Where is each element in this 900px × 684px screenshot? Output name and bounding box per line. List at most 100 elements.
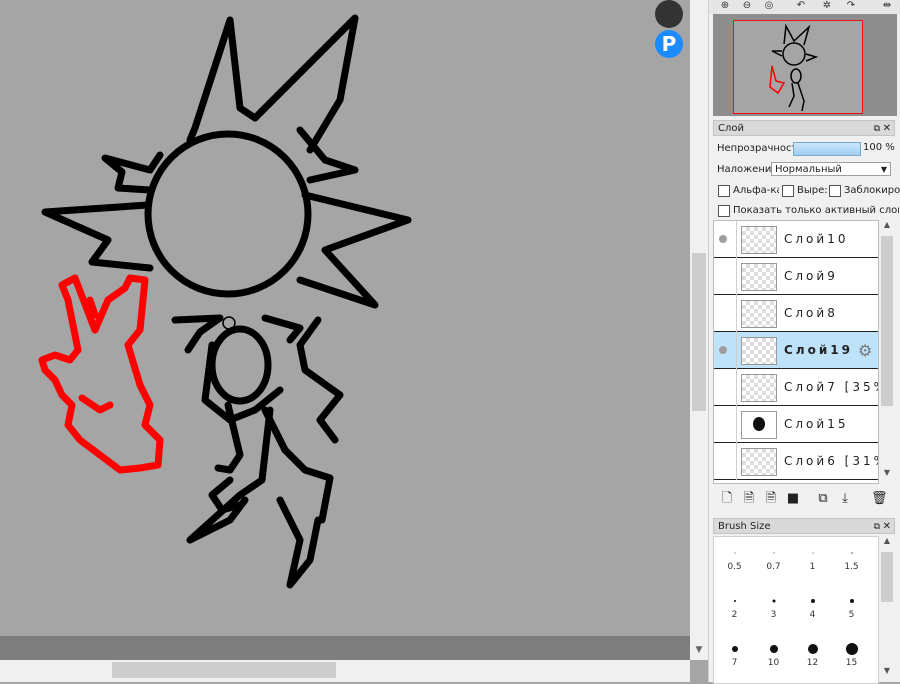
brush-size-cell[interactable]: 3 bbox=[755, 587, 792, 623]
horizontal-scrollbar[interactable] bbox=[0, 660, 690, 682]
pin-icon[interactable]: ⧉ bbox=[874, 121, 880, 137]
brush-scroll-thumb[interactable] bbox=[881, 552, 893, 602]
layer-row[interactable]: Слой10 bbox=[714, 221, 878, 258]
brush-size-cell[interactable]: 7 bbox=[716, 635, 753, 671]
vertical-scroll-thumb[interactable] bbox=[692, 253, 706, 411]
thumbnail-silhouette bbox=[753, 417, 765, 431]
zoom-fit-icon[interactable]: ◎ bbox=[761, 0, 777, 12]
brush-size-cell[interactable]: 1 bbox=[794, 539, 831, 575]
row-divider bbox=[736, 406, 737, 443]
layer-row[interactable]: Слой6 [31%] bbox=[714, 443, 878, 480]
opacity-slider[interactable] bbox=[793, 142, 861, 156]
new-folder-icon[interactable]: ■ bbox=[785, 491, 801, 507]
brush-dot bbox=[810, 599, 815, 603]
visibility-eye-icon[interactable] bbox=[719, 235, 727, 243]
brush-size-cell[interactable]: 2 bbox=[716, 587, 753, 623]
brush-size-label: 3 bbox=[770, 610, 777, 620]
layer-row-selected[interactable]: Слой19 ⚙ bbox=[714, 332, 878, 369]
brush-dot bbox=[850, 552, 853, 554]
chevron-up-icon[interactable]: ▲ bbox=[879, 536, 895, 550]
new-halftone-layer-icon[interactable]: 🗎 bbox=[741, 491, 757, 507]
navigator-artwork bbox=[769, 23, 819, 112]
layer-row[interactable]: Слой15 bbox=[714, 406, 878, 443]
layer-row[interactable]: Слой7 [35%] bbox=[714, 369, 878, 406]
brush-size-label: 4 bbox=[809, 610, 816, 620]
layer-thumbnail bbox=[741, 226, 777, 254]
rotate-reset-icon[interactable]: ✲ bbox=[819, 0, 835, 12]
brush-grid-scrollbar[interactable]: ▲ ▼ bbox=[879, 536, 895, 682]
alpha-lock-label: Альфа-ка bbox=[733, 185, 779, 196]
sketch-artwork bbox=[38, 14, 412, 589]
close-icon[interactable]: ✕ bbox=[883, 519, 891, 535]
delete-layer-icon[interactable]: 🗑 bbox=[871, 491, 888, 507]
brush-size-cell[interactable]: 10 bbox=[755, 635, 792, 671]
brush-size-panel-title: Brush Size ⧉ ✕ bbox=[713, 518, 895, 534]
layer-list[interactable]: Слой10 Слой9 Слой8 Слой19 ⚙ Слой7 [35%] bbox=[713, 220, 879, 484]
rotate-left-icon[interactable]: ↶ bbox=[793, 0, 809, 12]
user-avatar[interactable] bbox=[655, 0, 683, 28]
brush-size-title-text: Brush Size bbox=[718, 521, 771, 532]
brush-dot bbox=[733, 600, 736, 602]
show-active-label: Показать только активный слой bbox=[733, 205, 899, 216]
right-panel: ⊕ ⊖ ◎ ↶ ✲ ↷ ⇹ Слой ⧉ ✕ Непрозрачность 10… bbox=[708, 0, 900, 684]
brush-size-cell[interactable]: 12 bbox=[794, 635, 831, 671]
brush-size-label: 2 bbox=[731, 610, 738, 620]
brush-size-label: 10 bbox=[767, 658, 780, 668]
pin-icon[interactable]: ⧉ bbox=[874, 519, 880, 535]
clip-checkbox[interactable] bbox=[782, 185, 794, 197]
show-active-checkbox[interactable] bbox=[718, 205, 730, 217]
opacity-label: Непрозрачность bbox=[717, 143, 804, 154]
zoom-in-icon[interactable]: ⊕ bbox=[717, 0, 733, 12]
zoom-out-icon[interactable]: ⊖ bbox=[739, 0, 755, 12]
duplicate-layer-icon[interactable]: ⧉ bbox=[815, 491, 831, 507]
new-1bit-layer-icon[interactable]: 🗎 bbox=[763, 491, 779, 507]
merge-down-icon[interactable]: ⤓ bbox=[837, 491, 853, 507]
new-layer-icon[interactable]: 🗋 bbox=[719, 491, 735, 507]
layer-name: Слой8 bbox=[784, 306, 838, 320]
brush-size-label: 0.5 bbox=[727, 562, 742, 572]
rotate-right-icon[interactable]: ↷ bbox=[843, 0, 859, 12]
opacity-value: 100 % bbox=[863, 142, 895, 153]
brush-size-grid[interactable]: 0.5 0.7 1 1.5 2 3 4 5 7 10 12 15 bbox=[713, 536, 879, 684]
drawing-canvas[interactable] bbox=[0, 0, 690, 636]
brush-dot bbox=[807, 644, 818, 654]
pixiv-icon[interactable]: P bbox=[655, 30, 683, 58]
navigator-preview[interactable] bbox=[713, 14, 897, 116]
close-icon[interactable]: ✕ bbox=[883, 121, 891, 137]
brush-size-cell[interactable]: 15 bbox=[833, 635, 870, 671]
brush-size-cell[interactable]: 4 bbox=[794, 587, 831, 623]
layer-name: Слой6 [31%] bbox=[784, 454, 878, 468]
layer-list-scrollbar[interactable]: ▲ ▼ bbox=[879, 220, 895, 482]
horizontal-scroll-thumb[interactable] bbox=[112, 662, 336, 678]
blend-mode-select[interactable]: Нормальный ▼ bbox=[771, 162, 891, 176]
brush-size-cell[interactable]: 5 bbox=[833, 587, 870, 623]
visibility-eye-icon[interactable] bbox=[719, 346, 727, 354]
brush-size-label: 15 bbox=[845, 658, 858, 668]
chevron-up-icon[interactable]: ▲ bbox=[879, 220, 895, 234]
layer-thumbnail bbox=[741, 374, 777, 402]
flip-icon[interactable]: ⇹ bbox=[879, 0, 895, 12]
brush-size-cell[interactable]: 1.5 bbox=[833, 539, 870, 575]
brush-size-cell[interactable]: 0.7 bbox=[755, 539, 792, 575]
brush-dot bbox=[734, 552, 735, 554]
brush-dot bbox=[731, 646, 738, 652]
lock-checkbox[interactable] bbox=[829, 185, 841, 197]
layer-thumbnail bbox=[741, 411, 777, 439]
layer-row[interactable]: Слой8 bbox=[714, 295, 878, 332]
layer-scroll-thumb[interactable] bbox=[881, 236, 893, 406]
chevron-down-icon[interactable]: ▼ bbox=[879, 666, 895, 680]
clip-label: Выре: bbox=[797, 185, 827, 196]
brush-dot bbox=[773, 552, 774, 554]
brush-size-cell[interactable]: 0.5 bbox=[716, 539, 753, 575]
layer-name: Слой19 bbox=[784, 343, 853, 357]
navigator-viewport[interactable] bbox=[733, 20, 863, 114]
layer-name: Слой10 bbox=[784, 232, 849, 246]
layer-name: Слой7 [35%] bbox=[784, 380, 878, 394]
chevron-down-icon[interactable]: ▼ bbox=[879, 468, 895, 482]
gear-icon[interactable]: ⚙ bbox=[858, 341, 872, 360]
alpha-lock-checkbox[interactable] bbox=[718, 185, 730, 197]
scroll-down-arrow-icon[interactable]: ▼ bbox=[690, 645, 708, 659]
layer-row[interactable]: Слой9 bbox=[714, 258, 878, 295]
row-divider bbox=[736, 258, 737, 295]
brush-size-label: 1 bbox=[809, 562, 816, 572]
